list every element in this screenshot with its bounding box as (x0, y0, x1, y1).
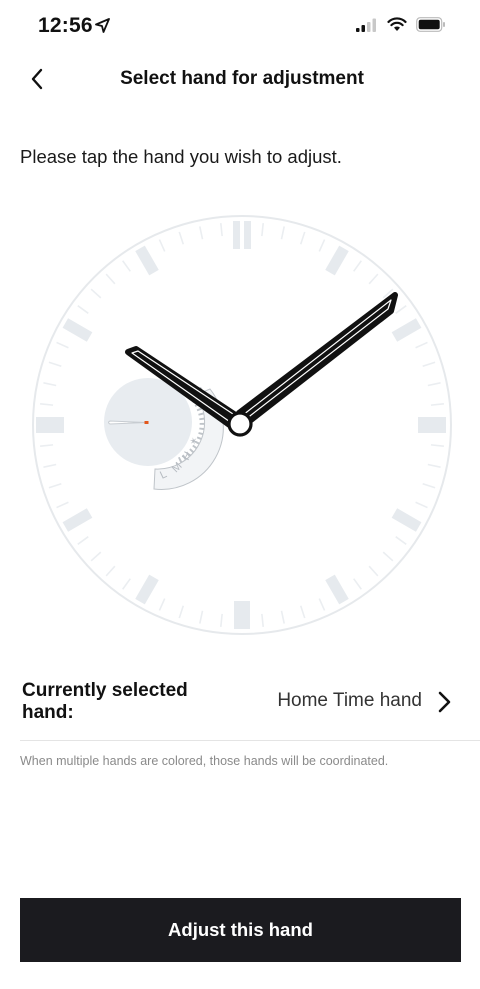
wifi-icon (387, 17, 407, 31)
selected-hand-label: Currently selected hand: (22, 680, 188, 723)
selected-hand-row[interactable]: Currently selected hand: Home Time hand (0, 672, 480, 742)
coordination-note: When multiple hands are colored, those h… (20, 754, 389, 768)
instruction-text: Please tap the hand you wish to adjust. (20, 146, 342, 167)
selected-hand-value: Home Time hand (277, 690, 422, 711)
hour-marker (234, 601, 250, 629)
location-arrow-icon (95, 18, 110, 33)
chevron-right-icon (438, 691, 451, 713)
cellular-signal-icon (356, 18, 376, 32)
adjust-hand-button[interactable]: Adjust this hand (20, 898, 461, 962)
battery-icon (416, 17, 445, 32)
divider (20, 740, 480, 741)
status-icons (356, 17, 446, 32)
page-title: Select hand for adjustment (120, 68, 364, 89)
center-pin (227, 411, 253, 437)
hour-marker-nine (36, 417, 64, 433)
status-bar: 12:56 (0, 0, 480, 50)
nav-bar: Select hand for adjustment (0, 56, 480, 100)
hour-marker (418, 417, 446, 433)
status-time: 12:56 (38, 14, 93, 37)
watch-face: L M H ✶ (32, 215, 452, 635)
